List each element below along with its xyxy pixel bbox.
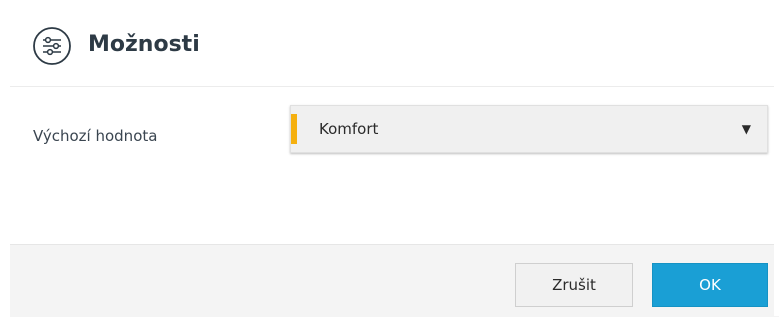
select-accent-bar <box>291 114 297 144</box>
options-dialog: Možnosti Výchozí hodnota Komfort ▼ Zruši… <box>10 8 779 317</box>
chevron-down-icon[interactable]: ▼ <box>742 120 751 138</box>
select-current-value: Komfort <box>319 120 379 138</box>
dialog-footer: Zrušit OK <box>10 244 779 317</box>
dialog-header: Možnosti <box>10 8 779 87</box>
default-value-label: Výchozí hodnota <box>33 127 158 145</box>
default-value-select[interactable]: Komfort ▼ <box>290 105 768 153</box>
window-edge <box>774 0 779 316</box>
sliders-icon <box>32 26 72 66</box>
dialog-body: Výchozí hodnota Komfort ▼ <box>10 87 779 244</box>
dialog-title: Možnosti <box>88 32 200 57</box>
ok-button[interactable]: OK <box>652 263 768 307</box>
cancel-button[interactable]: Zrušit <box>515 263 633 307</box>
